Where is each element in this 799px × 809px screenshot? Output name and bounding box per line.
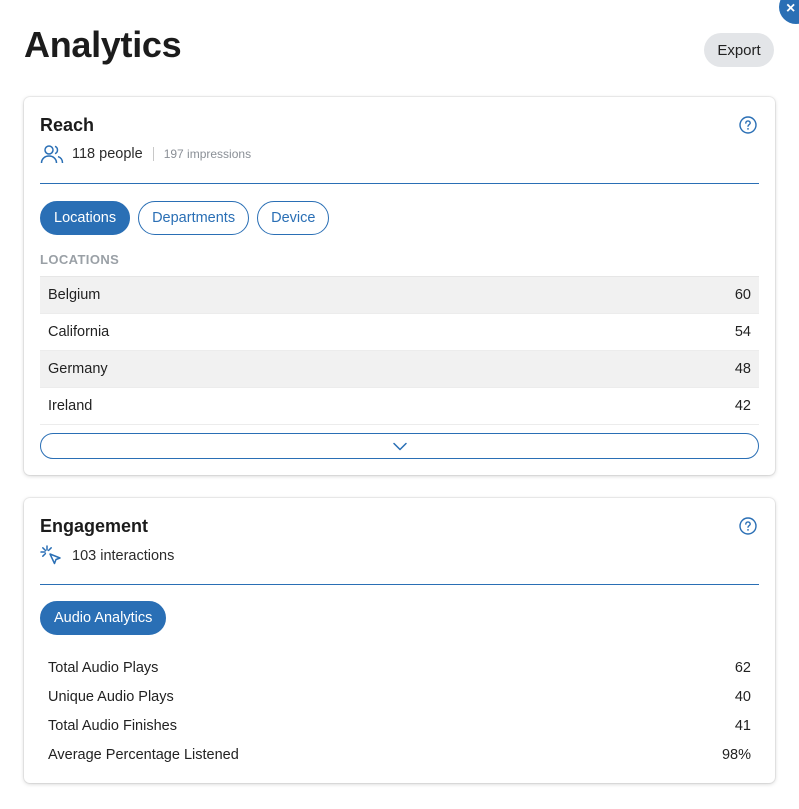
table-row: Germany 48 [40,351,759,388]
list-item: Average Percentage Listened 98% [40,740,759,769]
list-item: Total Audio Plays 62 [40,653,759,682]
table-row: Belgium 60 [40,277,759,314]
export-button[interactable]: Export [704,33,774,67]
metric-name: Total Audio Plays [48,659,159,676]
reach-title: Reach [40,115,95,135]
people-icon [40,145,64,164]
metric-value: 98% [721,746,751,763]
click-cursor-icon [40,545,61,565]
metric-name: Average Percentage Listened [48,746,239,763]
location-name: Germany [48,361,108,377]
audio-metrics-list: Total Audio Plays 62 Unique Audio Plays … [40,653,759,769]
table-row: Ireland 42 [40,388,759,425]
table-row: California 54 [40,314,759,351]
reach-summary: 118 people 197 impressions [40,144,251,164]
tab-locations[interactable]: Locations [40,201,131,235]
tab-audio-analytics[interactable]: Audio Analytics [40,601,167,635]
analytics-panel: × Analytics Export Reach 118 people 197 … [0,0,799,809]
reach-tabs: Locations Departments Device [40,201,330,235]
reach-divider [40,183,759,184]
metric-value: 62 [734,659,751,676]
impressions-count: 197 impressions [163,147,252,161]
page-title: Analytics [24,24,182,65]
location-value: 54 [734,324,751,340]
location-name: Belgium [48,287,101,303]
engagement-divider [40,584,759,585]
metric-value: 40 [734,688,751,705]
summary-separator [152,147,154,161]
location-value: 42 [734,398,751,414]
metric-name: Unique Audio Plays [48,688,174,705]
question-circle-icon[interactable] [739,116,757,134]
location-value: 60 [734,287,751,303]
reach-card: Reach 118 people 197 impressions Locatio… [24,97,775,475]
metric-name: Total Audio Finishes [48,717,177,734]
question-circle-icon[interactable] [739,517,757,535]
engagement-title: Engagement [40,516,149,536]
list-item: Total Audio Finishes 41 [40,711,759,740]
location-name: Ireland [48,398,93,414]
interactions-count: 103 interactions [72,548,175,564]
engagement-card: Engagement 103 interactions Audio Analyt… [24,498,775,783]
people-count: 118 people [72,146,143,162]
chevron-down-icon [392,442,407,450]
location-name: California [48,324,110,340]
close-icon[interactable]: × [779,0,799,24]
tab-departments[interactable]: Departments [138,201,250,235]
location-value: 48 [734,361,751,377]
engagement-tabs: Audio Analytics [40,601,167,635]
tab-device[interactable]: Device [257,201,330,235]
locations-table: Belgium 60 California 54 Germany 48 Irel… [40,276,759,425]
expand-list-button[interactable] [40,433,759,459]
engagement-summary: 103 interactions [40,545,174,567]
section-label: LOCATIONS [40,252,120,267]
list-item: Unique Audio Plays 40 [40,682,759,711]
metric-value: 41 [734,717,751,734]
